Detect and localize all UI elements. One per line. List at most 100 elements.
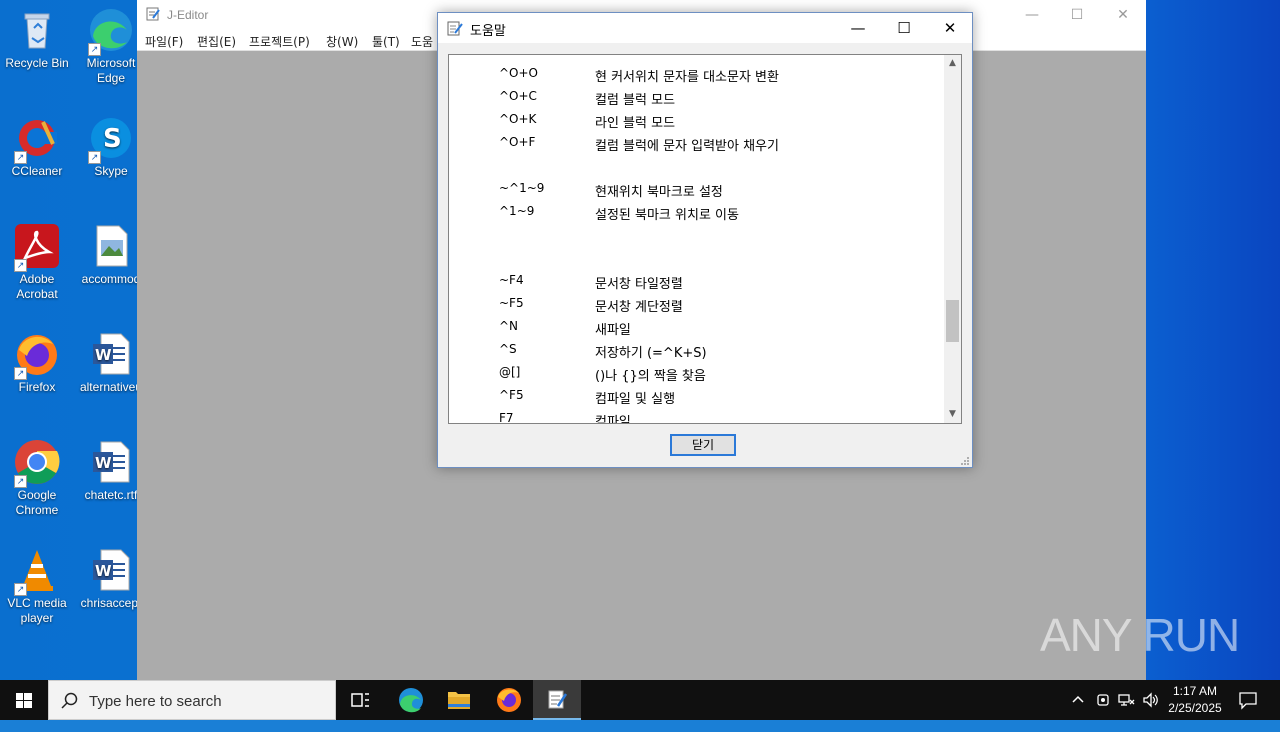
help-dialog: 도움말 — ☐ ✕ ^O+O 현 커서위치 문자를 대소문자 변환 ^O+C 컬… [437, 12, 973, 468]
notification-center-icon[interactable] [1238, 690, 1258, 730]
scrollbar-thumb[interactable] [946, 299, 959, 342]
scroll-up-icon[interactable]: ▲ [944, 55, 961, 72]
edge-icon [399, 688, 423, 713]
shortcut-description: 컬럼 블럭 모드 [595, 93, 676, 108]
security-tray-icon[interactable] [1095, 692, 1111, 732]
shortcut-description: 컴파일 [595, 415, 631, 424]
dialog-minimize-button[interactable]: — [835, 13, 881, 43]
dialog-close-text-button[interactable]: 닫기 [670, 434, 736, 456]
dialog-title: 도움말 [470, 24, 506, 39]
maximize-button[interactable]: ☐ [1054, 0, 1100, 30]
taskbar: Type here to search 1:17 AM 2/25/2025 [0, 680, 1280, 720]
svg-text:W: W [95, 562, 112, 580]
shortcut-arrow-icon: ↗ [14, 259, 27, 272]
menu-window[interactable]: 창(W) [326, 33, 358, 50]
edge-icon: ↗ [87, 6, 135, 56]
shortcut-key: ^O+C [499, 89, 537, 103]
shortcut-arrow-icon: ↗ [14, 475, 27, 488]
menu-tools[interactable]: 툴(T) [372, 33, 400, 50]
skype-icon: S ↗ [87, 114, 135, 164]
shortcut-description: 컴파일 및 실행 [595, 392, 676, 407]
shortcut-description: 문서창 타일정렬 [595, 277, 683, 292]
vertical-scrollbar[interactable]: ▲ ▼ [944, 55, 961, 423]
task-view-button[interactable] [336, 680, 384, 720]
word-document-icon: W [87, 546, 135, 594]
taskbar-edge-button[interactable] [387, 680, 435, 720]
shortcut-description: 설정된 북마크 위치로 이동 [595, 208, 739, 223]
network-icon[interactable] [1118, 692, 1136, 732]
desktop-icon-firefox[interactable]: ↗ Firefox [0, 330, 74, 395]
desktop-icon-label: Adobe Acrobat [16, 272, 58, 301]
editor-title: J-Editor [167, 8, 209, 22]
desktop-icon-google-chrome[interactable]: ↗ Google Chrome [0, 438, 74, 518]
editor-app-icon [146, 7, 160, 21]
menu-edit[interactable]: 편집(E) [197, 33, 236, 50]
firefox-icon [497, 688, 521, 712]
dialog-close-button[interactable]: ✕ [927, 13, 973, 43]
notepad-icon [447, 20, 463, 36]
taskbar-firefox-button[interactable] [485, 680, 533, 720]
shortcut-key: ^O+K [499, 112, 537, 126]
shortcut-arrow-icon: ↗ [14, 367, 27, 380]
search-icon [61, 692, 79, 710]
shortcut-description: 현 커서위치 문자를 대소문자 변환 [595, 70, 779, 85]
svg-text:S: S [103, 124, 122, 154]
taskbar-clock[interactable]: 1:17 AM 2/25/2025 [1160, 683, 1230, 717]
close-button[interactable]: ✕ [1100, 0, 1146, 30]
word-document-icon: W [87, 330, 135, 378]
shortcut-description: 문서창 계단정렬 [595, 300, 683, 315]
resize-grip-icon[interactable] [960, 455, 970, 465]
shortcut-arrow-icon: ↗ [14, 151, 27, 164]
taskbar-jeditor-button[interactable] [533, 680, 581, 720]
notepad-icon [548, 690, 568, 709]
start-button[interactable] [0, 680, 48, 720]
anyrun-watermark: ANY RUN [1040, 609, 1240, 661]
folder-icon [448, 692, 470, 709]
show-hidden-icons-chevron-icon[interactable] [1070, 692, 1086, 732]
help-text-area[interactable]: ^O+O 현 커서위치 문자를 대소문자 변환 ^O+C 컬럼 블럭 모드 ^O… [448, 54, 962, 424]
dialog-maximize-button[interactable]: ☐ [881, 13, 927, 43]
shortcut-arrow-icon: ↗ [14, 583, 27, 596]
ccleaner-icon: ↗ [13, 114, 61, 164]
desktop-icon-label: CCleaner [11, 164, 63, 178]
menu-file[interactable]: 파일(F) [145, 33, 183, 50]
vlc-icon: ↗ [13, 546, 61, 596]
shortcut-arrow-icon: ↗ [88, 43, 101, 56]
shortcut-key: ^F5 [499, 388, 524, 402]
shortcut-key: ^O+O [499, 66, 538, 80]
desktop-icon-label: Recycle Bin [5, 56, 69, 70]
shortcut-key: @[] [499, 365, 521, 379]
taskbar-search-box[interactable]: Type here to search [48, 680, 336, 720]
volume-icon[interactable] [1142, 692, 1160, 732]
word-document-icon: W [87, 438, 135, 486]
task-view-icon [351, 693, 369, 707]
desktop-icon-vlc[interactable]: ↗ VLC media player [0, 546, 74, 626]
minimize-button[interactable]: — [1009, 0, 1055, 30]
menu-project[interactable]: 프로젝트(P) [249, 33, 310, 50]
shortcut-description: 현재위치 북마크로 설정 [595, 185, 723, 200]
desktop-icon-ccleaner[interactable]: ↗ CCleaner [0, 114, 74, 179]
shortcut-description: 저장하기 (=^K+S) [595, 346, 707, 361]
menu-help[interactable]: 도움 [411, 33, 433, 50]
svg-text:W: W [95, 346, 112, 364]
recycle-bin-icon [13, 6, 61, 54]
shortcut-description: 컬럼 블럭에 문자 입력받아 채우기 [595, 139, 779, 154]
chrome-icon: ↗ [13, 438, 61, 488]
clock-time: 1:17 AM [1172, 684, 1218, 698]
shortcut-key: ~^1~9 [499, 181, 545, 195]
shortcut-key: F7 [499, 411, 514, 424]
shortcut-key: ^O+F [499, 135, 536, 149]
shortcut-key: ^N [499, 319, 519, 333]
desktop-icon-label: Google Chrome [15, 488, 59, 517]
search-placeholder: Type here to search [89, 693, 222, 710]
desktop-icon-recycle-bin[interactable]: Recycle Bin [0, 6, 74, 71]
scroll-down-icon[interactable]: ▼ [944, 406, 961, 423]
dialog-title-bar[interactable]: 도움말 — ☐ ✕ [438, 13, 972, 43]
shortcut-key: ~F5 [499, 296, 524, 310]
taskbar-file-explorer-button[interactable] [435, 680, 483, 720]
svg-text:W: W [95, 454, 112, 472]
shortcut-arrow-icon: ↗ [88, 151, 101, 164]
desktop-icon-adobe-acrobat[interactable]: ↗ Adobe Acrobat [0, 222, 74, 302]
shortcut-key: ^S [499, 342, 517, 356]
shortcut-description: ()나 {}의 짝을 찾음 [595, 369, 706, 384]
